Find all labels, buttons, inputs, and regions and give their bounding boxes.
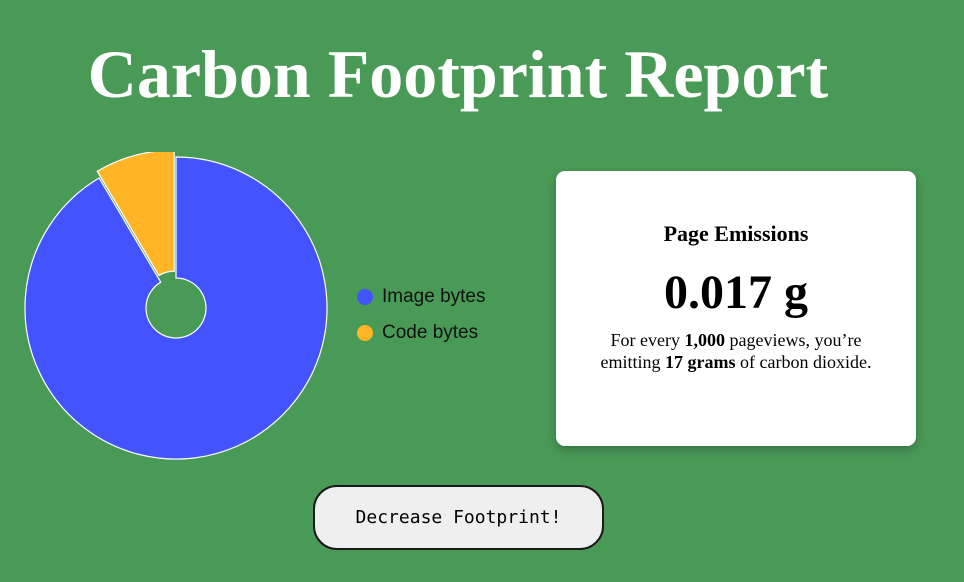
emissions-description: For every 1,000 pageviews, you’re emitti…: [586, 329, 886, 373]
desc-text-3: of carbon dioxide.: [735, 352, 872, 372]
emissions-pie-chart: [20, 152, 332, 464]
pie-slice-image-bytes[interactable]: [24, 156, 328, 460]
legend-item-image-bytes[interactable]: Image bytes: [357, 279, 486, 315]
legend-label-code-bytes: Code bytes: [382, 322, 479, 343]
page-title: Carbon Footprint Report: [87, 36, 829, 112]
legend-swatch-code-bytes: [357, 325, 373, 341]
card-heading: Page Emissions: [663, 221, 809, 246]
legend-swatch-image-bytes: [357, 289, 373, 305]
desc-pageviews: 1,000: [684, 330, 726, 350]
page-emissions-card: Page Emissions 0.017 g For every 1,000 p…: [556, 171, 916, 446]
legend-label-image-bytes: Image bytes: [382, 286, 486, 307]
decrease-footprint-button[interactable]: Decrease Footprint!: [313, 485, 604, 550]
legend-item-code-bytes[interactable]: Code bytes: [357, 315, 486, 351]
desc-grams: 17 grams: [665, 352, 736, 372]
desc-text-1: For every: [610, 330, 685, 350]
chart-legend: Image bytes Code bytes: [357, 279, 486, 351]
emissions-value: 0.017 g: [664, 266, 808, 319]
